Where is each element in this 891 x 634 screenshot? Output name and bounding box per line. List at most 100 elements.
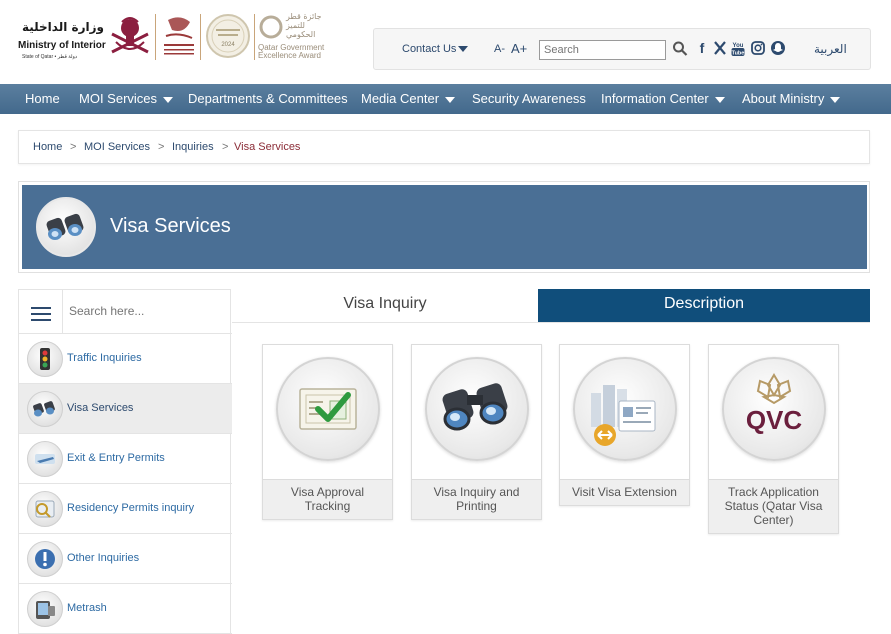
moi-logo-state: State of Qatar • دولة قطر [22,54,78,60]
qatar-emblem-icon [111,17,149,54]
airplane-icon [27,441,63,477]
sidebar-search [19,290,232,334]
breadcrumb-home[interactable]: Home [33,141,62,153]
service-card-visit-visa-extension[interactable]: Visit Visa Extension [559,344,690,506]
award-ring-icon [259,15,283,39]
service-card-image [560,345,689,479]
sidebar-item-traffic-inquiries[interactable]: Traffic Inquiries [19,334,232,384]
sidebar: Traffic Inquiries Visa Services Exit & E… [18,289,232,634]
tab-description[interactable]: Description [538,289,870,322]
breadcrumb: Home > MOI Services > Inquiries > Visa S… [18,130,870,164]
service-card-visa-approval-tracking[interactable]: Visa Approval Tracking [262,344,393,520]
snapchat-icon[interactable] [770,39,786,57]
nav-item-moi-services[interactable]: MOI Services [79,91,174,106]
nav-item-security-awareness[interactable]: Security Awareness [472,91,586,106]
nav-item-home[interactable]: Home [25,91,60,106]
moi-logo-english: Ministry of Interior [18,40,106,51]
breadcrumb-inquiries[interactable]: Inquiries [172,141,214,153]
facebook-icon[interactable]: f [694,39,710,57]
sidebar-item-label: Other Inquiries [67,552,140,564]
youtube-icon[interactable]: You Tube [730,39,746,57]
contact-us-link[interactable]: Contact Us [402,43,469,55]
contact-us-label: Contact Us [402,43,457,55]
residency-icon [27,491,63,527]
sidebar-item-other-inquiries[interactable]: Other Inquiries [19,534,232,584]
nav-item-label: About Ministry [742,91,825,106]
binoculars-graphic [46,213,84,240]
qatar-government-excellence-award-logo: جائزة قطر للتميز الحكومي Qatar Governmen… [256,12,336,62]
service-card-label: Visa Approval Tracking [263,479,392,519]
header-divider [200,14,201,60]
moi-logo[interactable]: وزارة الداخلية Ministry of Interior Stat… [14,14,106,62]
font-decrease-button[interactable]: A- [494,43,505,55]
sidebar-item-label: Exit & Entry Permits [67,452,165,464]
award-english: Qatar Government Excellence Award [258,43,325,60]
utility-bar: Contact Us A- A+ f You Tube العربية [373,28,871,70]
nav-item-information-center[interactable]: Information Center [601,91,725,106]
search-input[interactable] [539,40,666,60]
approval-document-icon [276,357,380,461]
sidebar-item-exit-entry-permits[interactable]: Exit & Entry Permits [19,434,232,484]
search-icon[interactable] [672,40,688,58]
sidebar-item-visa-services[interactable]: Visa Services [19,384,232,434]
nav-item-label: Media Center [361,91,440,106]
visa-extension-icon [573,357,677,461]
service-card-image [263,345,392,479]
page-banner-inner: Visa Services [22,185,867,269]
service-card-label: Visit Visa Extension [560,479,689,505]
award-2024-icon: 2024 [206,14,250,58]
sidebar-item-metrash[interactable]: Metrash [19,584,232,634]
breadcrumb-moi-services[interactable]: MOI Services [84,141,150,153]
main-navigation: Home MOI Services Departments & Committe… [0,84,891,114]
sidebar-item-label: Metrash [67,602,107,614]
metrash-icon [27,591,63,627]
sidebar-item-label: Residency Permits inquiry [67,502,195,514]
header-divider [254,14,255,60]
sidebar-item-residency-permits[interactable]: Residency Permits inquiry [19,484,232,534]
header-divider [155,14,156,60]
tab-visa-inquiry[interactable]: Visa Inquiry [232,289,538,322]
service-card-visa-inquiry-printing[interactable]: Visa Inquiry and Printing [411,344,542,520]
nav-item-label: MOI Services [79,91,158,106]
nav-item-label: Information Center [601,91,709,106]
page-banner: Visa Services [18,181,870,273]
tab-label: Visa Inquiry [343,295,427,312]
chevron-down-icon [830,96,841,103]
chevron-down-icon [163,96,174,103]
page-title: Visa Services [110,215,231,237]
qvc-logo: QVC [722,357,826,461]
award-year: 2024 [221,42,235,48]
breadcrumb-separator: > [158,141,165,153]
service-card-label: Track Application Status (Qatar Visa Cen… [709,479,838,533]
nav-item-media-center[interactable]: Media Center [361,91,456,106]
site-header: وزارة الداخلية Ministry of Interior Stat… [0,0,891,84]
nav-item-about-ministry[interactable]: About Ministry [742,91,841,106]
chevron-down-icon [458,46,469,53]
sidebar-item-label: Traffic Inquiries [67,352,142,364]
binoculars-icon [36,197,96,257]
service-card-image [412,345,541,479]
service-card-image: QVC [709,345,838,479]
sidebar-search-input[interactable] [69,300,224,322]
nav-item-departments[interactable]: Departments & Committees [188,91,348,106]
tab-label: Description [663,295,745,312]
font-increase-button[interactable]: A+ [511,41,527,56]
exclamation-icon [27,541,63,577]
arabic-language-link[interactable]: العربية [814,42,847,56]
instagram-icon[interactable] [750,39,766,57]
service-card-label: Visa Inquiry and Printing [412,479,541,519]
x-icon[interactable] [712,39,728,57]
breadcrumb-current: Visa Services [234,141,301,153]
menu-icon[interactable] [31,307,51,321]
award-arabic: جائزة قطر للتميز الحكومي [286,12,322,39]
qvc-logo-text: QVC [746,405,803,435]
traffic-light-icon [27,341,63,377]
breadcrumb-separator: > [222,141,229,153]
sidebar-divider [62,290,63,334]
binoculars-icon [27,391,63,427]
sidebar-item-label: Visa Services [67,402,134,414]
service-card-track-application-qvc[interactable]: QVC Track Application Status (Qatar Visa… [708,344,839,534]
chevron-down-icon [445,96,456,103]
al-asma-logo [164,17,194,55]
svg-text:Tube: Tube [732,51,745,57]
